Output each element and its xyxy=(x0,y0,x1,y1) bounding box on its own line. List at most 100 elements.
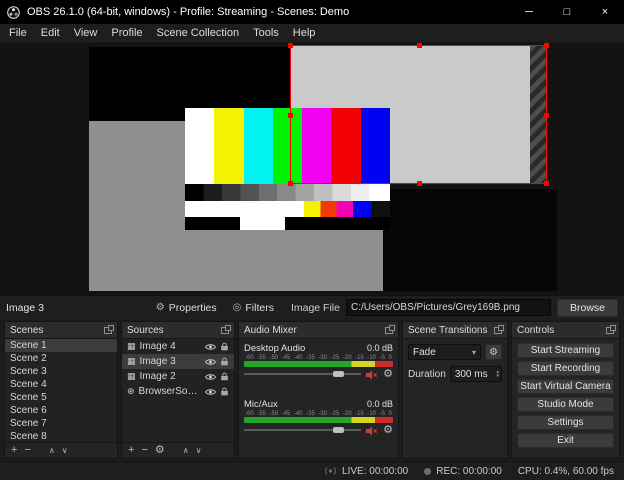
scene-name: Scene 4 xyxy=(10,379,47,390)
transition-gear-button[interactable]: ⚙ xyxy=(485,344,502,360)
source-list-item[interactable]: Image 3 xyxy=(122,354,234,369)
transition-select[interactable]: Fade ▾ xyxy=(408,344,481,360)
source-name: Image 2 xyxy=(139,371,176,382)
mute-speaker-icon[interactable] xyxy=(366,370,378,380)
scene-list-item[interactable]: Scene 4 xyxy=(5,378,117,391)
source-list-item[interactable]: Image 4 xyxy=(122,339,234,354)
resize-handle-top[interactable] xyxy=(416,43,422,48)
float-dock-icon[interactable] xyxy=(104,324,114,334)
sources-header[interactable]: Sources xyxy=(122,322,234,339)
move-source-up-icon[interactable]: ∧ xyxy=(183,446,189,455)
titlebar[interactable]: OBS 26.1.0 (64-bit, windows) - Profile: … xyxy=(0,0,624,24)
filters-button[interactable]: ◎ Filters xyxy=(228,300,279,316)
duration-spinbox[interactable]: 300 ms ▴ ▾ xyxy=(449,366,502,382)
scenes-header[interactable]: Scenes xyxy=(5,322,117,339)
mixer-header[interactable]: Audio Mixer xyxy=(239,322,398,339)
menu-item[interactable]: File xyxy=(2,25,34,41)
rec-time: REC: 00:00:00 xyxy=(436,465,502,477)
menu-item[interactable]: Help xyxy=(286,25,323,41)
status-bar: LIVE: 00:00:00 REC: 00:00:00 CPU: 0.4%, … xyxy=(0,461,624,480)
control-button[interactable]: Start Virtual Camera xyxy=(517,379,614,394)
source-type-icon xyxy=(127,356,136,367)
resize-handle-topright[interactable] xyxy=(544,43,549,48)
resize-handle-bottomleft[interactable] xyxy=(288,181,293,186)
source-list-item[interactable]: BrowserSource xyxy=(122,384,234,399)
slider-handle[interactable] xyxy=(333,427,344,433)
controls-header[interactable]: Controls xyxy=(512,322,619,339)
scene-list-item[interactable]: Scene 8 xyxy=(5,430,117,442)
resize-handle-left[interactable] xyxy=(288,112,293,118)
float-dock-icon[interactable] xyxy=(606,324,616,334)
float-dock-icon[interactable] xyxy=(494,324,504,334)
control-button[interactable]: Studio Mode xyxy=(517,397,614,412)
scene-list-item[interactable]: Scene 5 xyxy=(5,391,117,404)
minimize-button[interactable]: ─ xyxy=(510,0,548,24)
volume-slider[interactable] xyxy=(244,368,362,381)
preview-area[interactable] xyxy=(0,43,624,295)
image-file-path-input[interactable] xyxy=(345,299,551,316)
channel-gear-icon[interactable]: ⚙ xyxy=(383,425,393,436)
transitions-body: Fade ▾ ⚙ Duration 300 ms ▴ ▾ xyxy=(403,339,507,458)
resize-handle-bottom[interactable] xyxy=(416,181,422,186)
properties-button[interactable]: ⚙ Properties xyxy=(151,300,222,316)
move-source-down-icon[interactable]: ∨ xyxy=(196,446,202,455)
control-button[interactable]: Settings xyxy=(517,415,614,430)
control-button[interactable]: Start Streaming xyxy=(517,343,614,358)
mixer-body: Desktop Audio 0.0 dB -60 -55 -50 -45 -40 -35-… xyxy=(239,339,398,458)
float-dock-icon[interactable] xyxy=(221,324,231,334)
transitions-header[interactable]: Scene Transitions xyxy=(403,322,507,339)
visibility-eye-icon[interactable] xyxy=(205,388,216,396)
channel-gear-icon[interactable]: ⚙ xyxy=(383,369,393,380)
control-button[interactable]: Exit xyxy=(517,433,614,448)
scene-list-item[interactable]: Scene 6 xyxy=(5,404,117,417)
lock-icon[interactable] xyxy=(220,387,229,396)
mute-speaker-icon[interactable] xyxy=(366,426,378,436)
menu-item[interactable]: Edit xyxy=(34,25,67,41)
sources-list: Image 4 Image 3 xyxy=(122,339,234,442)
mixer-title: Audio Mixer xyxy=(244,324,297,336)
channel-db-value: 0.0 dB xyxy=(366,343,393,353)
visibility-eye-icon[interactable] xyxy=(205,358,216,366)
source-properties-gear-icon[interactable]: ⚙ xyxy=(155,445,165,456)
resize-handle-topleft[interactable] xyxy=(288,43,293,48)
control-button[interactable]: Start Recording xyxy=(517,361,614,376)
visibility-eye-icon[interactable] xyxy=(205,373,216,381)
live-time: LIVE: 00:00:00 xyxy=(342,465,409,477)
selection-bounding-box[interactable] xyxy=(288,43,549,186)
lock-icon[interactable] xyxy=(220,342,229,351)
lock-icon[interactable] xyxy=(220,357,229,366)
canvas-source-black-bottomright[interactable] xyxy=(383,189,557,291)
remove-scene-icon[interactable]: − xyxy=(24,445,30,456)
remove-source-icon[interactable]: − xyxy=(141,445,147,456)
menu-item[interactable]: Tools xyxy=(246,25,286,41)
visibility-eye-icon[interactable] xyxy=(205,343,216,351)
browse-button[interactable]: Browse xyxy=(556,298,618,317)
tick-label: -40 xyxy=(293,410,303,417)
tick-label: -15 xyxy=(355,354,364,361)
scene-list-item[interactable]: Scene 7 xyxy=(5,417,117,430)
meter-scale: -60 -55 -50 -45 -40 -35 -30 -25 -20 -15 -10 -5 0 xyxy=(244,410,393,417)
spinbox-arrows[interactable]: ▴ ▾ xyxy=(496,370,499,379)
float-dock-icon[interactable] xyxy=(385,324,395,334)
move-scene-down-icon[interactable]: ∨ xyxy=(62,446,68,455)
channel-db-value: 0.0 dB xyxy=(366,399,393,409)
resize-handle-bottomright[interactable] xyxy=(544,181,549,186)
maximize-button[interactable]: □ xyxy=(548,0,586,24)
scene-list-item[interactable]: Scene 3 xyxy=(5,365,117,378)
scene-list-item[interactable]: Scene 2 xyxy=(5,352,117,365)
source-list-item[interactable]: Image 2 xyxy=(122,369,234,384)
scene-list-item[interactable]: Scene 1 xyxy=(5,339,117,352)
resize-handle-right[interactable] xyxy=(544,112,549,118)
slider-handle[interactable] xyxy=(333,371,344,377)
menu-item[interactable]: Profile xyxy=(104,25,149,41)
lock-icon[interactable] xyxy=(220,372,229,381)
menu-item[interactable]: Scene Collection xyxy=(150,25,247,41)
transitions-title: Scene Transitions xyxy=(408,324,488,336)
menu-item[interactable]: View xyxy=(67,25,105,41)
move-scene-up-icon[interactable]: ∧ xyxy=(49,446,55,455)
add-scene-icon[interactable]: + xyxy=(11,445,17,456)
add-source-icon[interactable]: + xyxy=(128,445,134,456)
volume-slider[interactable] xyxy=(244,424,362,437)
close-button[interactable]: × xyxy=(586,0,624,24)
tick-label: -50 xyxy=(269,354,279,361)
